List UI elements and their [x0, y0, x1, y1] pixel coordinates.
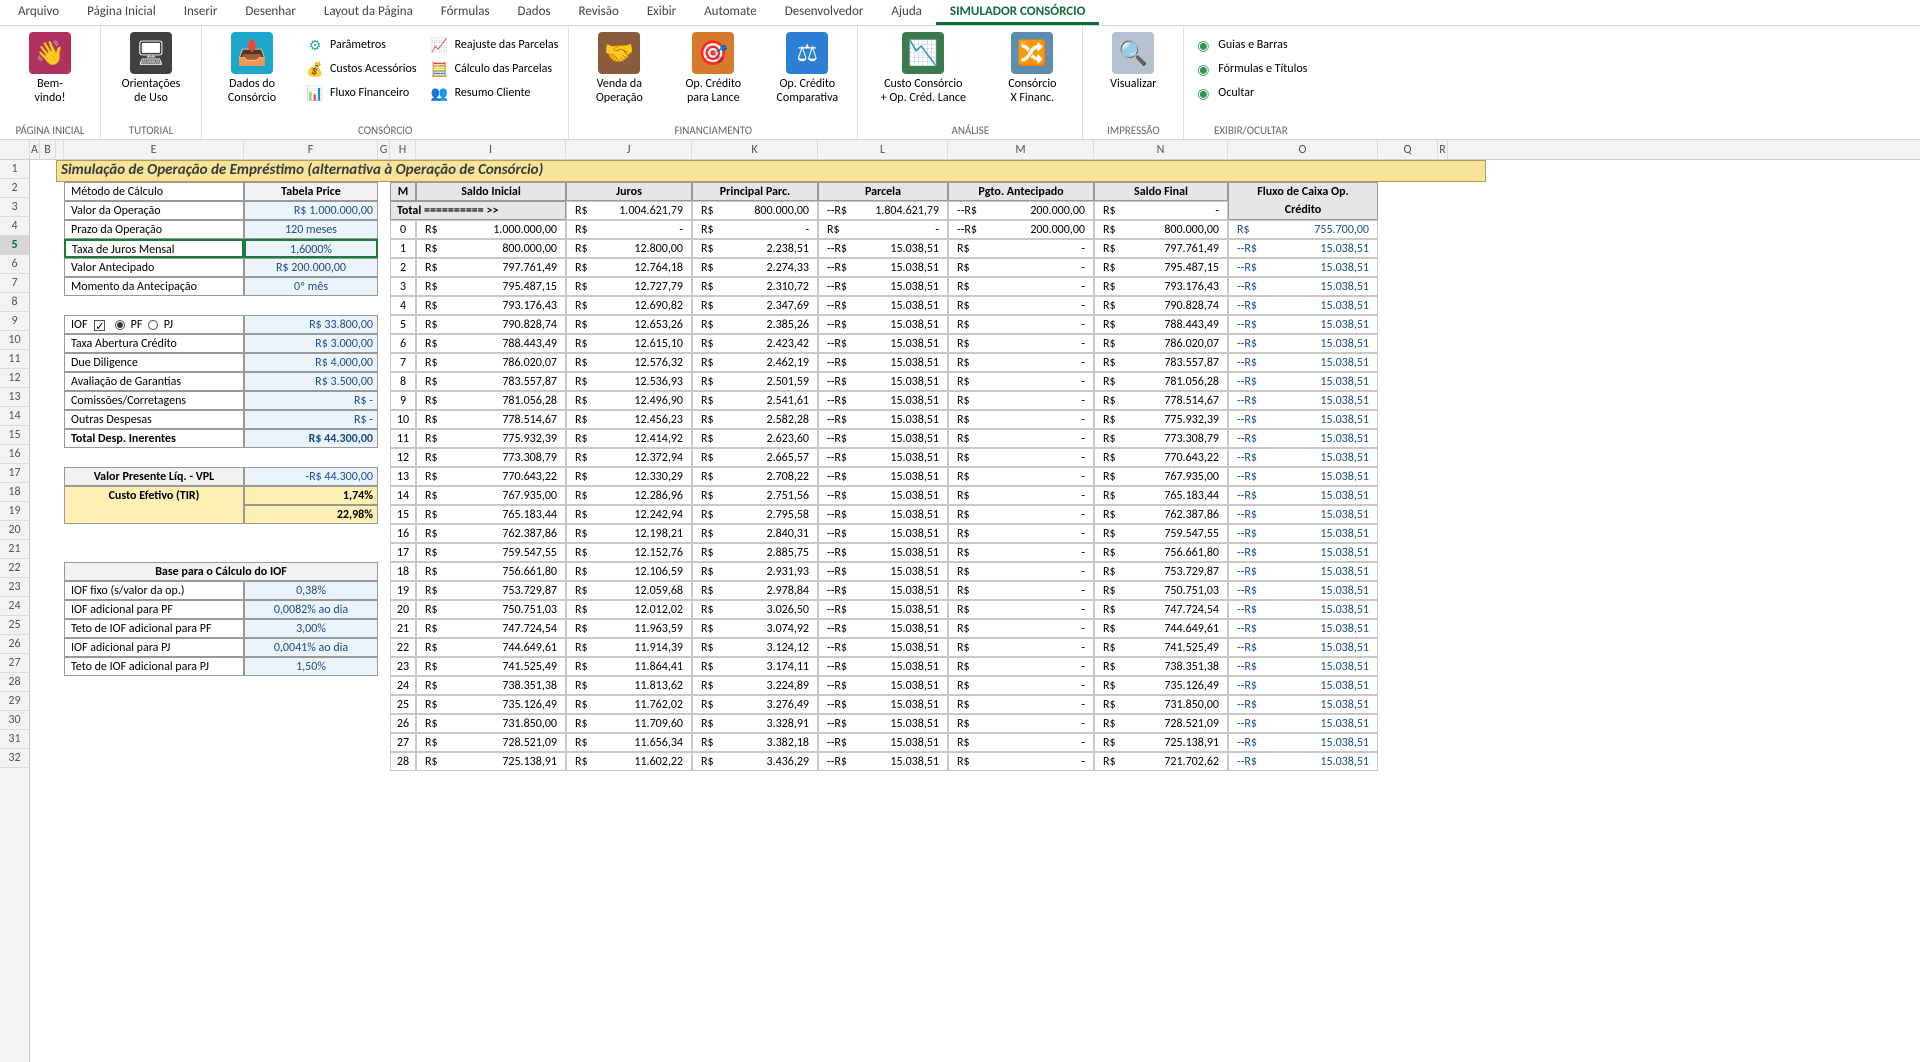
print-preview-icon: 🔍	[1112, 32, 1154, 74]
calculo-button[interactable]: 🧮Cálculo das Parcelas	[431, 60, 559, 78]
group-consorcio: 📥 Dados do Consórcio ⚙Parâmetros 💰Custos…	[202, 26, 569, 139]
chart-icon: 📉	[902, 32, 944, 74]
venda-button[interactable]: 🤝Venda da Operação	[579, 30, 659, 106]
lance-button[interactable]: 🎯Op. Crédito para Lance	[673, 30, 753, 106]
fluxo-button[interactable]: 📊Fluxo Financeiro	[306, 84, 417, 102]
group-title: EXIBIR/OCULTAR	[1194, 124, 1307, 139]
ribbon-tab[interactable]: SIMULADOR CONSÓRCIO	[936, 0, 1100, 25]
comparativa-button[interactable]: ⚖Op. Crédito Comparativa	[767, 30, 847, 106]
group-title: IMPRESSÃO	[1093, 124, 1173, 139]
group-impressao: 🔍Visualizar IMPRESSÃO	[1083, 26, 1184, 139]
group-exibir: ◉Guias e Barras ◉Fórmulas e Títulos ◉Ocu…	[1184, 26, 1317, 139]
ribbon-tab[interactable]: Exibir	[633, 0, 690, 25]
ocultar-button[interactable]: ◉Ocultar	[1194, 84, 1307, 102]
ribbon-tab[interactable]: Automate	[690, 0, 771, 25]
group-title: PÁGINA INICIAL	[10, 124, 90, 139]
visualizar-button[interactable]: 🔍Visualizar	[1093, 30, 1173, 92]
ribbon-tabs: ArquivoPágina InicialInserirDesenharLayo…	[0, 0, 1920, 26]
group-pagina-inicial: 👋 Bem- vindo! PÁGINA INICIAL	[0, 26, 101, 139]
ribbon-tab[interactable]: Fórmulas	[427, 0, 504, 25]
col-F: F	[244, 140, 378, 159]
cells-area[interactable]: Simulação de Operação de Empréstimo (alt…	[30, 160, 1920, 1062]
col-A: A	[30, 140, 40, 159]
col-Q: Q	[1378, 140, 1438, 159]
group-title: CONSÓRCIO	[212, 124, 558, 139]
formulas-button[interactable]: ◉Fórmulas e Títulos	[1194, 60, 1307, 78]
col-L: L	[818, 140, 948, 159]
pf-radio[interactable]	[115, 320, 125, 330]
col-N: N	[1094, 140, 1228, 159]
guias-button[interactable]: ◉Guias e Barras	[1194, 36, 1307, 54]
ribbon-tab[interactable]: Inserir	[170, 0, 232, 25]
xfinanc-button[interactable]: 🔀Consórcio X Financ.	[992, 30, 1072, 106]
group-title: TUTORIAL	[111, 124, 191, 139]
circle-icon: ◉	[1194, 84, 1212, 102]
ribbon-tab[interactable]: Arquivo	[4, 0, 73, 25]
board-icon: 🖥	[130, 32, 172, 74]
gear-icon: ⚙	[306, 36, 324, 54]
money-icon: 💰	[306, 60, 324, 78]
col-I: I	[416, 140, 566, 159]
group-financiamento: 🤝Venda da Operação 🎯Op. Crédito para Lan…	[569, 26, 858, 139]
flow-icon: 📊	[306, 84, 324, 102]
handshake-icon: 🤝	[598, 32, 640, 74]
sheet-title: Simulação de Operação de Empréstimo (alt…	[56, 160, 1486, 182]
ribbon-body: 👋 Bem- vindo! PÁGINA INICIAL 🖥 Orientaçõ…	[0, 26, 1920, 140]
welcome-icon: 👋	[29, 32, 71, 74]
circle-icon: ◉	[1194, 60, 1212, 78]
row-numbers[interactable]: 1234567891011121314151617181920212223242…	[0, 160, 30, 1062]
group-tutorial: 🖥 Orientações de Uso TUTORIAL	[101, 26, 202, 139]
inbox-icon: 📥	[231, 32, 273, 74]
ribbon-tab[interactable]: Página Inicial	[73, 0, 170, 25]
parametros-button[interactable]: ⚙Parâmetros	[306, 36, 417, 54]
custos-button[interactable]: 💰Custos Acessórios	[306, 60, 417, 78]
reajuste-button[interactable]: 📈Reajuste das Parcelas	[431, 36, 559, 54]
col-B: B	[40, 140, 56, 159]
col-G: G	[378, 140, 390, 159]
orientacoes-button[interactable]: 🖥 Orientações de Uso	[111, 30, 191, 106]
chart-up-icon: 📈	[431, 36, 449, 54]
col-K: K	[692, 140, 818, 159]
ribbon-tab[interactable]: Dados	[504, 0, 565, 25]
col-J: J	[566, 140, 692, 159]
compare-icon: 🔀	[1011, 32, 1053, 74]
circle-icon: ◉	[1194, 36, 1212, 54]
column-headers[interactable]: A B E F G H I J K L M N O Q R	[0, 140, 1920, 160]
ribbon-tab[interactable]: Desenvolvedor	[771, 0, 878, 25]
bemvindo-button[interactable]: 👋 Bem- vindo!	[10, 30, 90, 106]
calc-icon: 🧮	[431, 60, 449, 78]
scale-icon: ⚖	[786, 32, 828, 74]
group-title: ANÁLISE	[868, 124, 1072, 139]
ribbon-tab[interactable]: Layout da Página	[310, 0, 427, 25]
col-M: M	[948, 140, 1094, 159]
ribbon-tab[interactable]: Desenhar	[231, 0, 309, 25]
group-title: FINANCIAMENTO	[579, 124, 847, 139]
pj-radio[interactable]	[148, 320, 158, 330]
col-H: H	[390, 140, 416, 159]
custo-consorcio-button[interactable]: 📉Custo Consórcio + Op. Créd. Lance	[868, 30, 978, 106]
target-icon: 🎯	[692, 32, 734, 74]
dados-consorcio-button[interactable]: 📥 Dados do Consórcio	[212, 30, 292, 106]
col-E: E	[64, 140, 244, 159]
col-O: O	[1228, 140, 1378, 159]
ribbon-tab[interactable]: Revisão	[565, 0, 633, 25]
col-R: R	[1438, 140, 1448, 159]
group-analise: 📉Custo Consórcio + Op. Créd. Lance 🔀Cons…	[858, 26, 1083, 139]
resumo-button[interactable]: 👥Resumo Cliente	[431, 84, 559, 102]
iof-checkbox[interactable]	[94, 320, 105, 331]
people-icon: 👥	[431, 84, 449, 102]
ribbon-tab[interactable]: Ajuda	[877, 0, 936, 25]
